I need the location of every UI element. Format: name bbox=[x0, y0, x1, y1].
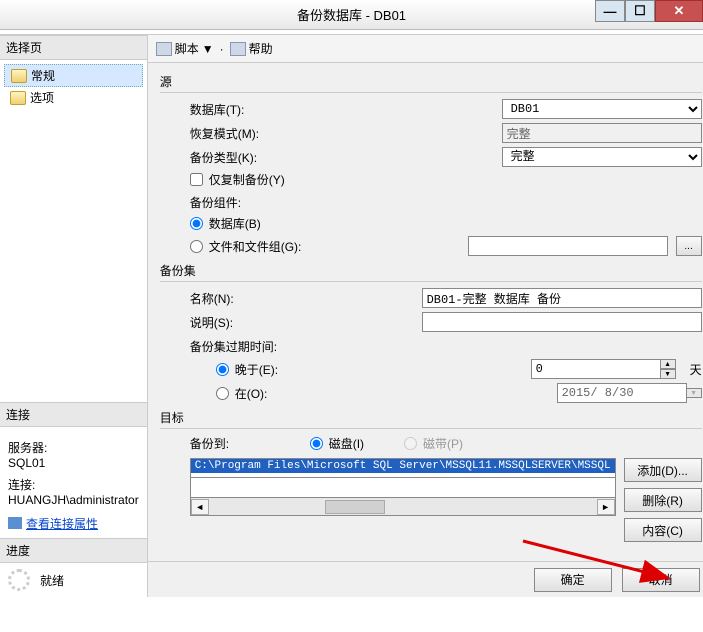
connection-value: HUANGJH\administrator bbox=[8, 493, 139, 507]
component-database-label: 数据库(B) bbox=[209, 215, 261, 232]
script-icon bbox=[156, 42, 172, 56]
script-dropdown[interactable]: 脚本 ▼ bbox=[156, 40, 214, 57]
backup-component-label: 备份组件: bbox=[190, 194, 702, 211]
expire-on-label: 在(O): bbox=[235, 385, 268, 402]
destination-list-item[interactable]: C:\Program Files\Microsoft SQL Server\MS… bbox=[191, 459, 615, 473]
dest-disk-label: 磁盘(I) bbox=[329, 435, 364, 452]
expire-after-label: 晚于(E): bbox=[235, 361, 278, 378]
source-group-header: 源 bbox=[160, 71, 702, 93]
description-input[interactable] bbox=[422, 312, 702, 332]
component-filegroup-radio-input[interactable] bbox=[190, 240, 203, 253]
recovery-model-value: 完整 bbox=[502, 123, 702, 143]
description-label: 说明(S): bbox=[190, 314, 340, 331]
select-page-header: 选择页 bbox=[0, 35, 147, 60]
window-buttons: — ☐ ✕ bbox=[595, 0, 703, 22]
progress-spinner-icon bbox=[8, 569, 30, 591]
backup-type-label: 备份类型(K): bbox=[190, 149, 340, 166]
remove-button[interactable]: 删除(R) bbox=[624, 488, 702, 512]
page-icon bbox=[11, 69, 27, 83]
expire-on-date-input bbox=[557, 383, 687, 403]
destination-group-header: 目标 bbox=[160, 407, 702, 429]
page-item-general[interactable]: 常规 bbox=[4, 64, 143, 87]
separator: · bbox=[220, 42, 224, 56]
backup-type-select[interactable]: 完整 bbox=[502, 147, 702, 167]
connection-block: 服务器: SQL01 连接: HUANGJH\administrator 查看连… bbox=[0, 427, 147, 539]
left-pane: 选择页 常规 选项 连接 服务器: SQL01 连接: HUANGJH\admi… bbox=[0, 35, 148, 597]
scroll-thumb[interactable] bbox=[325, 500, 385, 514]
database-label: 数据库(T): bbox=[190, 101, 340, 118]
connection-icon bbox=[8, 517, 22, 529]
database-select[interactable]: DB01 bbox=[502, 99, 702, 119]
progress-status: 就绪 bbox=[40, 572, 64, 589]
dest-tape-label: 磁带(P) bbox=[423, 435, 463, 452]
main-area: 选择页 常规 选项 连接 服务器: SQL01 连接: HUANGJH\admi… bbox=[0, 34, 703, 597]
spinner-up-button[interactable]: ▲ bbox=[660, 359, 676, 369]
progress-header: 进度 bbox=[0, 538, 147, 563]
scroll-right-button[interactable]: ► bbox=[597, 499, 615, 515]
destination-list-hscrollbar[interactable]: ◄ ► bbox=[190, 498, 616, 516]
backup-to-label: 备份到: bbox=[190, 435, 310, 452]
ok-button[interactable]: 确定 bbox=[534, 568, 612, 592]
filegroup-textbox bbox=[468, 236, 668, 256]
form-content: 源 数据库(T): DB01 恢复模式(M): 完整 备份类型(K): 完整 bbox=[148, 63, 703, 561]
connection-label: 连接: bbox=[8, 476, 139, 493]
backupset-group-header: 备份集 bbox=[160, 260, 702, 282]
spinner-down-button[interactable]: ▼ bbox=[660, 369, 676, 379]
destination-listbox[interactable]: C:\Program Files\Microsoft SQL Server\MS… bbox=[190, 458, 616, 542]
recovery-model-label: 恢复模式(M): bbox=[190, 125, 340, 142]
copy-only-checkbox[interactable]: 仅复制备份(Y) bbox=[190, 171, 285, 188]
component-database-radio-input[interactable] bbox=[190, 217, 203, 230]
expire-on-date-dropdown: ▼ bbox=[686, 388, 702, 398]
dest-tape-radio-input bbox=[404, 437, 417, 450]
expire-after-radio[interactable]: 晚于(E): bbox=[216, 361, 340, 378]
expire-after-days-input[interactable] bbox=[531, 359, 661, 379]
chevron-down-icon: ▼ bbox=[202, 42, 214, 56]
minimize-button[interactable]: — bbox=[595, 0, 625, 22]
scroll-track[interactable] bbox=[209, 499, 597, 515]
expire-after-spinner[interactable]: ▲ ▼ bbox=[660, 359, 676, 379]
name-input[interactable] bbox=[422, 288, 702, 308]
date-dropdown-button: ▼ bbox=[686, 388, 702, 398]
link-label: 查看连接属性 bbox=[26, 515, 98, 532]
page-item-options[interactable]: 选项 bbox=[4, 87, 143, 108]
server-value: SQL01 bbox=[8, 456, 139, 470]
toolbar: 脚本 ▼ · 帮助 bbox=[148, 35, 703, 63]
close-button[interactable]: ✕ bbox=[655, 0, 703, 22]
scroll-left-button[interactable]: ◄ bbox=[191, 499, 209, 515]
right-pane: 脚本 ▼ · 帮助 源 数据库(T): DB01 恢复模式(M): bbox=[148, 35, 703, 597]
page-item-label: 选项 bbox=[30, 89, 54, 106]
script-label: 脚本 bbox=[175, 40, 199, 57]
expire-after-unit: 天 bbox=[690, 361, 702, 378]
server-label: 服务器: bbox=[8, 439, 139, 456]
help-button[interactable]: 帮助 bbox=[230, 40, 273, 57]
maximize-button[interactable]: ☐ bbox=[625, 0, 655, 22]
contents-button[interactable]: 内容(C) bbox=[624, 518, 702, 542]
expire-after-radio-input[interactable] bbox=[216, 363, 229, 376]
copy-only-label: 仅复制备份(Y) bbox=[209, 171, 285, 188]
connection-header: 连接 bbox=[0, 402, 147, 427]
page-icon bbox=[10, 91, 26, 105]
title-bar: 备份数据库 - DB01 — ☐ ✕ bbox=[0, 0, 703, 30]
cancel-button[interactable]: 取消 bbox=[622, 568, 700, 592]
expire-group-label: 备份集过期时间: bbox=[190, 338, 702, 355]
help-icon bbox=[230, 42, 246, 56]
expire-on-radio-input[interactable] bbox=[216, 387, 229, 400]
filegroup-browse-button[interactable]: ... bbox=[676, 236, 702, 256]
name-label: 名称(N): bbox=[190, 290, 340, 307]
progress-block: 就绪 bbox=[0, 563, 147, 597]
help-label: 帮助 bbox=[249, 40, 273, 57]
component-filegroup-label: 文件和文件组(G): bbox=[209, 238, 302, 255]
page-item-label: 常规 bbox=[31, 67, 55, 84]
component-database-radio[interactable]: 数据库(B) bbox=[190, 215, 261, 232]
dialog-footer: 确定 取消 bbox=[148, 561, 703, 597]
component-filegroup-radio[interactable]: 文件和文件组(G): bbox=[190, 238, 302, 255]
expire-on-radio[interactable]: 在(O): bbox=[216, 385, 340, 402]
add-button[interactable]: 添加(D)... bbox=[624, 458, 702, 482]
copy-only-checkbox-input[interactable] bbox=[190, 173, 203, 186]
view-connection-properties-link[interactable]: 查看连接属性 bbox=[8, 515, 98, 532]
dest-tape-radio: 磁带(P) bbox=[404, 435, 463, 452]
page-list: 常规 选项 bbox=[0, 60, 147, 112]
dest-disk-radio-input[interactable] bbox=[310, 437, 323, 450]
dest-disk-radio[interactable]: 磁盘(I) bbox=[310, 435, 364, 452]
